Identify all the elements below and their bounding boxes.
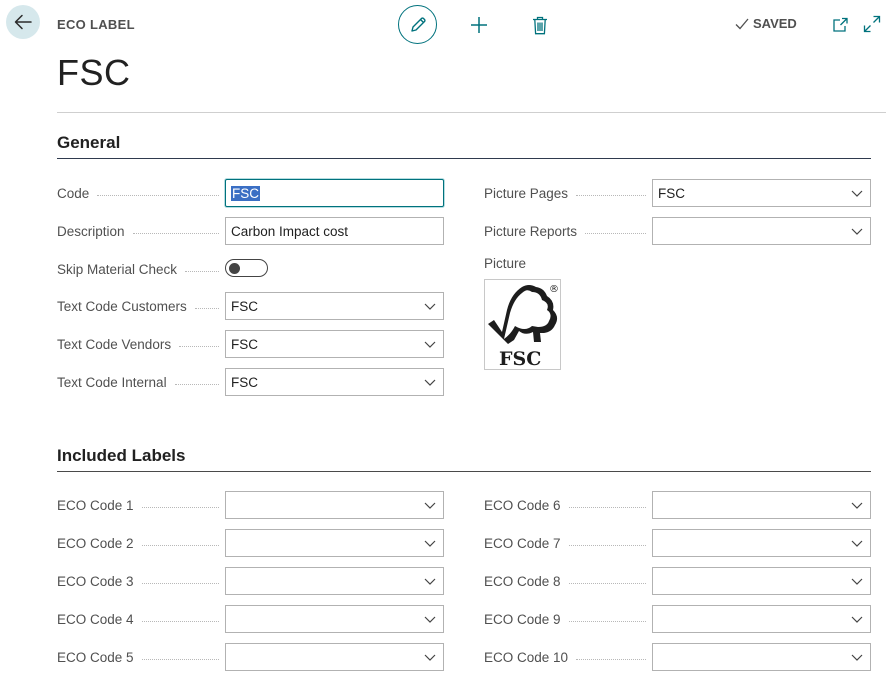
chevron-down-icon <box>851 228 863 235</box>
eco-code-5-select[interactable] <box>225 643 444 671</box>
picture-pages-value: FSC <box>658 185 685 201</box>
expand-button[interactable] <box>862 14 882 34</box>
chevron-down-icon <box>424 341 436 348</box>
code-field[interactable]: FSC <box>225 179 444 207</box>
saved-label: SAVED <box>753 16 797 31</box>
text-code-internal-value: FSC <box>231 374 258 390</box>
description-label: Description <box>57 217 225 245</box>
toggle-knob <box>229 262 240 274</box>
eco-code-1-label: ECO Code 1 <box>57 491 225 519</box>
fsc-logo: FSC ® <box>488 284 559 370</box>
new-button[interactable] <box>468 14 490 36</box>
section-general-heading[interactable]: General <box>57 133 120 153</box>
text-code-internal-label: Text Code Internal <box>57 368 225 396</box>
chevron-down-icon <box>851 502 863 509</box>
eco-code-6-label: ECO Code 6 <box>484 491 652 519</box>
picture-reports-select[interactable] <box>652 217 871 245</box>
pencil-icon <box>410 16 426 32</box>
registered-mark: ® <box>549 284 559 295</box>
chevron-down-icon <box>424 303 436 310</box>
code-field-value: FSC <box>231 185 260 201</box>
eco-code-3-label: ECO Code 3 <box>57 567 225 595</box>
description-field[interactable]: Carbon Impact cost <box>225 217 444 245</box>
picture-label: Picture <box>484 256 527 271</box>
picture-image[interactable]: FSC ® <box>484 279 561 370</box>
open-in-new-window-button[interactable] <box>830 15 850 35</box>
edit-button[interactable] <box>398 5 437 44</box>
title-divider <box>57 112 886 113</box>
eco-code-8-label: ECO Code 8 <box>484 567 652 595</box>
plus-icon <box>471 17 487 33</box>
eco-code-4-select[interactable] <box>225 605 444 633</box>
eco-code-8-select[interactable] <box>652 567 871 595</box>
page-title: FSC <box>57 52 131 93</box>
picture-pages-select[interactable]: FSC <box>652 179 871 207</box>
text-code-internal-select[interactable]: FSC <box>225 368 444 396</box>
chevron-down-icon <box>851 616 863 623</box>
text-code-vendors-value: FSC <box>231 336 258 352</box>
section-included-labels-divider <box>57 471 871 472</box>
eco-code-4-label: ECO Code 4 <box>57 605 225 633</box>
description-field-value: Carbon Impact cost <box>231 223 349 239</box>
eco-code-2-select[interactable] <box>225 529 444 557</box>
section-general-divider <box>57 158 871 159</box>
saved-status: SAVED <box>735 16 797 31</box>
chevron-down-icon <box>424 379 436 386</box>
page-caption: ECO LABEL <box>57 17 135 32</box>
open-in-new-window-icon <box>832 17 848 32</box>
eco-code-3-select[interactable] <box>225 567 444 595</box>
section-included-labels-heading[interactable]: Included Labels <box>57 446 185 466</box>
eco-code-2-label: ECO Code 2 <box>57 529 225 557</box>
checkmark-icon <box>735 18 749 29</box>
fsc-logo-text: FSC <box>499 348 541 369</box>
trash-icon <box>533 16 547 34</box>
chevron-down-icon <box>851 578 863 585</box>
skip-material-check-toggle[interactable] <box>225 259 268 277</box>
chevron-down-icon <box>851 190 863 197</box>
eco-code-9-select[interactable] <box>652 605 871 633</box>
text-code-vendors-label: Text Code Vendors <box>57 330 225 358</box>
delete-button[interactable] <box>530 13 550 37</box>
chevron-down-icon <box>424 578 436 585</box>
chevron-down-icon <box>424 502 436 509</box>
chevron-down-icon <box>424 654 436 661</box>
eco-code-1-select[interactable] <box>225 491 444 519</box>
chevron-down-icon <box>851 540 863 547</box>
arrow-left-icon <box>14 14 32 30</box>
back-button[interactable] <box>6 5 40 39</box>
chevron-down-icon <box>424 540 436 547</box>
text-code-vendors-select[interactable]: FSC <box>225 330 444 358</box>
eco-code-7-label: ECO Code 7 <box>484 529 652 557</box>
eco-code-6-select[interactable] <box>652 491 871 519</box>
eco-code-5-label: ECO Code 5 <box>57 643 225 671</box>
expand-icon <box>863 15 881 33</box>
eco-code-7-select[interactable] <box>652 529 871 557</box>
code-label: Code <box>57 179 225 207</box>
text-code-customers-select[interactable]: FSC <box>225 292 444 320</box>
eco-code-10-select[interactable] <box>652 643 871 671</box>
eco-code-10-label: ECO Code 10 <box>484 643 652 671</box>
picture-reports-label: Picture Reports <box>484 217 652 245</box>
chevron-down-icon <box>851 654 863 661</box>
chevron-down-icon <box>424 616 436 623</box>
text-code-customers-value: FSC <box>231 298 258 314</box>
picture-pages-label: Picture Pages <box>484 179 652 207</box>
eco-code-9-label: ECO Code 9 <box>484 605 652 633</box>
text-code-customers-label: Text Code Customers <box>57 292 225 320</box>
skip-material-check-label: Skip Material Check <box>57 255 225 283</box>
